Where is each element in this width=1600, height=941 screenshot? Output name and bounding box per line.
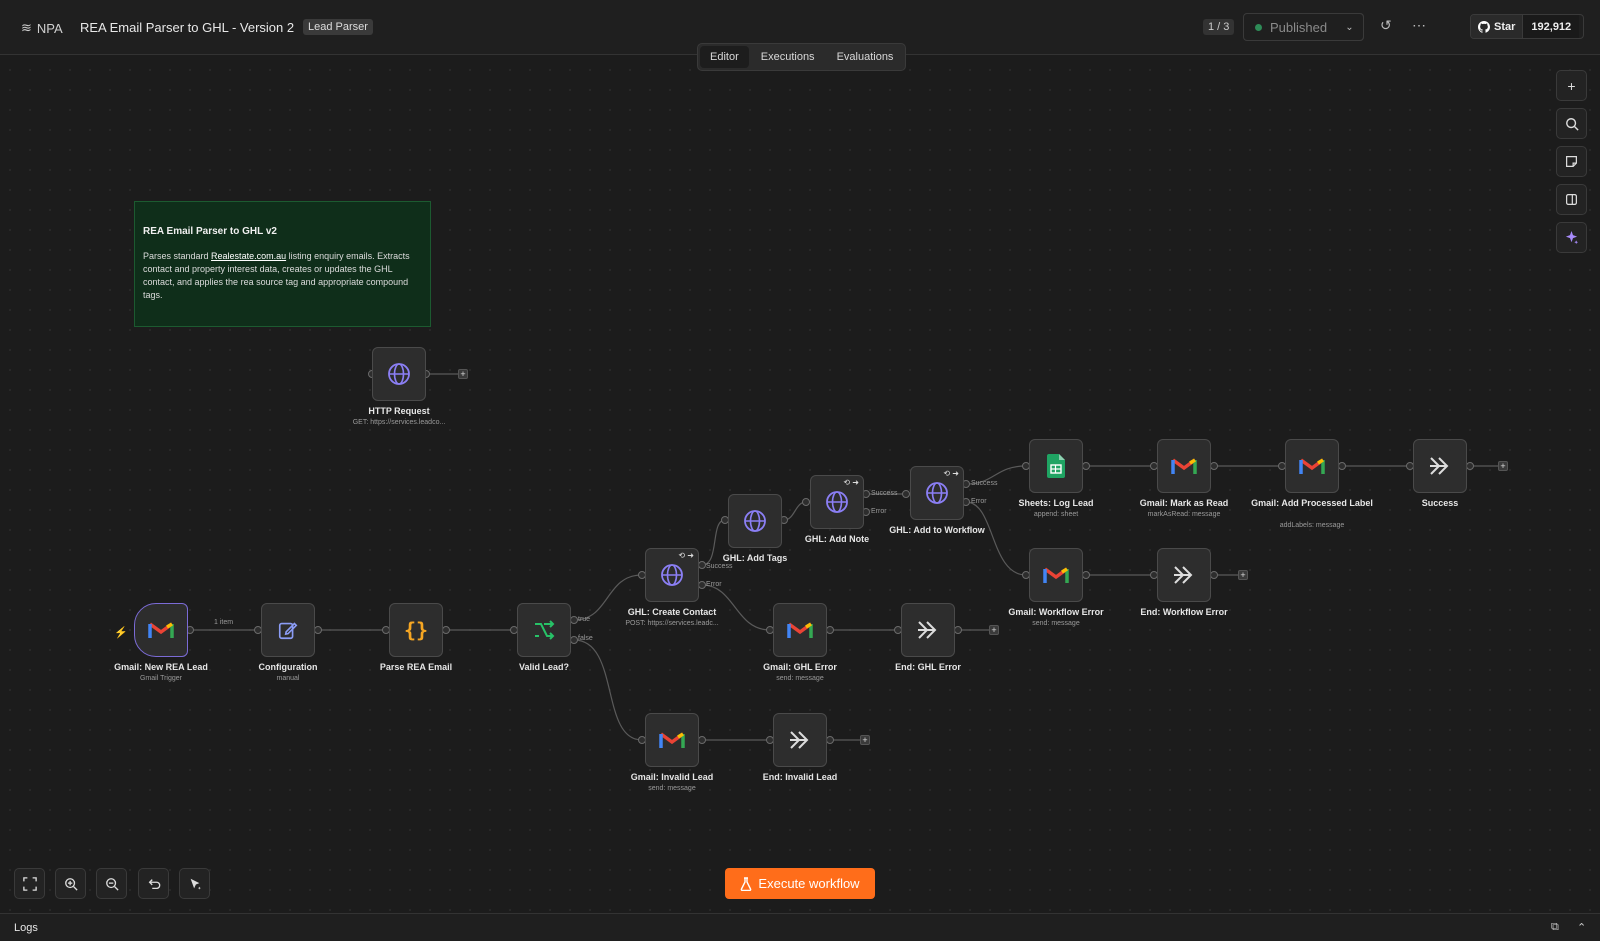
node-subtitle: send: message xyxy=(1032,620,1080,627)
logs-label: Logs xyxy=(14,922,38,934)
add-after-end-workflow-error-button[interactable]: + xyxy=(1238,570,1248,580)
gmail-icon xyxy=(148,622,174,638)
add-after-http-button[interactable]: + xyxy=(458,369,468,379)
node-subtitle: addLabels: message xyxy=(1279,522,1345,529)
gmail-icon xyxy=(787,622,813,638)
double-chevron-right-icon xyxy=(790,731,809,749)
zoom-out-icon xyxy=(105,877,119,891)
node-valid-lead[interactable] xyxy=(517,603,571,657)
gmail-icon xyxy=(659,732,685,748)
globe-icon xyxy=(661,564,683,586)
node-gmail-ghl-error[interactable] xyxy=(773,603,827,657)
node-label: HTTP Request xyxy=(368,406,430,416)
edge-label-create-error: Error xyxy=(706,581,722,588)
fit-view-icon xyxy=(22,876,37,891)
node-parse-rea-email[interactable]: {} xyxy=(389,603,443,657)
execute-workflow-button[interactable]: Execute workflow xyxy=(725,868,875,899)
gmail-icon xyxy=(1299,458,1325,474)
cursor-sparkle-icon xyxy=(190,878,201,890)
node-ghl-add-note[interactable]: ⟲ ➜ xyxy=(810,475,864,529)
node-label: GHL: Add to Workflow xyxy=(889,525,985,535)
globe-icon xyxy=(388,363,410,385)
fit-view-button[interactable] xyxy=(14,868,45,899)
node-subtitle: markAsRead: message xyxy=(1147,511,1221,518)
add-after-success-button[interactable]: + xyxy=(1498,461,1508,471)
node-gmail-add-processed-label[interactable] xyxy=(1285,439,1339,493)
node-configuration[interactable] xyxy=(261,603,315,657)
node-sheets-log-lead[interactable] xyxy=(1029,439,1083,493)
double-chevron-right-icon xyxy=(918,621,937,639)
node-label: GHL: Create Contact xyxy=(627,607,717,617)
edge-label-true: true xyxy=(578,616,591,623)
globe-icon xyxy=(744,510,766,532)
node-end-workflow-error[interactable] xyxy=(1157,548,1211,602)
edge-label-create-success: Success xyxy=(706,563,733,570)
edge-valid-false xyxy=(573,639,643,741)
node-label: Success xyxy=(1421,498,1459,508)
add-after-end-invalid-button[interactable]: + xyxy=(860,735,870,745)
node-gmail-mark-as-read[interactable] xyxy=(1157,439,1211,493)
trigger-bolt-icon: ⚡ xyxy=(114,627,128,639)
double-chevron-right-icon xyxy=(1430,457,1449,475)
node-subtitle: GET: https://services.leadco... xyxy=(352,419,446,426)
retry-arrow-icon: ⟲ ➜ xyxy=(943,469,959,478)
switch-icon xyxy=(535,620,555,640)
edge-label-false: false xyxy=(578,635,593,642)
node-subtitle: send: message xyxy=(776,675,824,682)
node-subtitle: POST: https://services.leadc... xyxy=(625,620,719,627)
undo-button[interactable] xyxy=(138,868,169,899)
node-gmail-trigger[interactable] xyxy=(134,603,188,657)
node-label: End: Invalid Lead xyxy=(762,772,838,782)
node-label: Gmail: Mark as Read xyxy=(1139,498,1229,508)
logs-panel[interactable]: Logs ⧉ ⌃ xyxy=(0,913,1600,941)
node-label: GHL: Add Note xyxy=(804,534,870,544)
chevron-up-icon[interactable]: ⌃ xyxy=(1577,921,1586,934)
google-sheets-icon xyxy=(1047,454,1065,478)
zoom-out-button[interactable] xyxy=(96,868,127,899)
gmail-icon xyxy=(1043,567,1069,583)
edge-label-note-success: Success xyxy=(871,490,898,497)
node-gmail-workflow-error[interactable] xyxy=(1029,548,1083,602)
execute-workflow-label: Execute workflow xyxy=(758,876,860,891)
zoom-in-button[interactable] xyxy=(55,868,86,899)
double-chevron-right-icon xyxy=(1174,566,1193,584)
node-label: End: GHL Error xyxy=(895,662,961,672)
node-end-ghl-error[interactable] xyxy=(901,603,955,657)
pop-out-icon[interactable]: ⧉ xyxy=(1551,921,1559,934)
gmail-icon xyxy=(1171,458,1197,474)
edge-tags-note xyxy=(783,501,807,521)
tidy-up-button[interactable] xyxy=(179,868,210,899)
node-success[interactable] xyxy=(1413,439,1467,493)
node-end-invalid-lead[interactable] xyxy=(773,713,827,767)
connections-layer xyxy=(186,370,1502,744)
flask-icon xyxy=(741,876,752,891)
edit-icon xyxy=(278,622,298,640)
node-ghl-add-to-workflow[interactable]: ⟲ ➜ xyxy=(910,466,964,520)
node-label: Gmail: Add Processed Label xyxy=(1251,498,1373,508)
edge-label-workflow-success: Success xyxy=(971,480,998,487)
node-subtitle: send: message xyxy=(648,785,696,792)
globe-icon xyxy=(826,491,848,513)
node-gmail-invalid-lead[interactable] xyxy=(645,713,699,767)
undo-icon xyxy=(148,878,160,889)
edge-label-note-error: Error xyxy=(871,508,887,515)
code-braces-icon: {} xyxy=(403,618,429,642)
node-label: GHL: Add Tags xyxy=(722,553,788,563)
node-label: End: Workflow Error xyxy=(1140,607,1228,617)
zoom-in-icon xyxy=(64,877,78,891)
node-subtitle: manual xyxy=(276,675,300,682)
node-label: Valid Lead? xyxy=(518,662,569,672)
retry-arrow-icon: ⟲ ➜ xyxy=(843,478,859,487)
edge-label-items: 1 item xyxy=(214,619,234,626)
globe-icon xyxy=(926,482,948,504)
node-http-request[interactable] xyxy=(372,347,426,401)
